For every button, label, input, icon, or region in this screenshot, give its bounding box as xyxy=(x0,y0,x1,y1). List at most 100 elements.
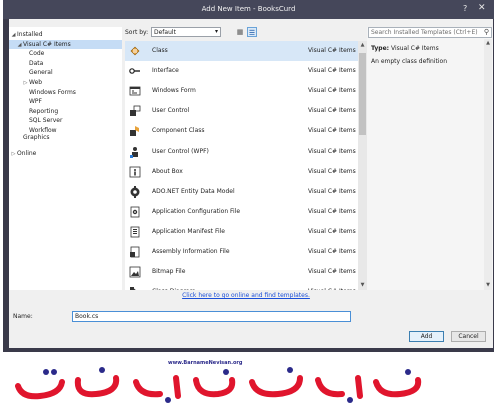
manifest-file-icon xyxy=(129,226,141,238)
tree-item[interactable]: Code xyxy=(9,49,122,58)
template-item-type: Visual C# Items xyxy=(308,268,356,276)
template-item-name: Application Configuration File xyxy=(152,207,241,215)
tree-item-label: Code xyxy=(29,50,45,58)
template-item-type: Visual C# Items xyxy=(308,207,356,215)
tree-item[interactable]: ▷ Web xyxy=(9,78,122,87)
help-icon[interactable]: ? xyxy=(463,4,467,13)
details-scrollbar[interactable]: ▲ ▼ xyxy=(484,39,492,290)
template-item-type: Visual C# Items xyxy=(308,167,356,175)
template-item[interactable]: About Box Visual C# Items xyxy=(125,162,358,182)
tree-item-label: Visual C# Items xyxy=(23,40,71,48)
chevron-down-icon: ▾ xyxy=(214,28,218,35)
sort-by-value: Default xyxy=(154,29,176,36)
grid-view-icon[interactable]: ▦ xyxy=(235,27,245,37)
scroll-down-icon[interactable]: ▼ xyxy=(358,281,367,290)
template-item[interactable]: Windows Form Visual C# Items xyxy=(125,81,358,101)
tree-item-label: Graphics xyxy=(23,133,50,141)
watermark-url: www.BarnameNevisan.org xyxy=(168,360,243,366)
sort-by-dropdown[interactable]: Default ▾ xyxy=(151,27,221,37)
tree-item[interactable]: ◢ Visual C# Items xyxy=(9,39,122,49)
wpf-user-control-icon xyxy=(129,146,141,158)
template-item-type: Visual C# Items xyxy=(308,87,356,95)
template-item[interactable]: Assembly Information File Visual C# Items xyxy=(125,242,358,262)
name-label: Name: xyxy=(13,313,33,320)
template-item-name: Bitmap File xyxy=(152,268,186,276)
class-icon xyxy=(129,45,141,57)
watermark-banner: www.BarnameNevisan.org xyxy=(0,352,500,406)
name-row: Name: xyxy=(9,309,493,325)
template-item[interactable]: Application Manifest File Visual C# Items xyxy=(125,222,358,242)
find-templates-online-link[interactable]: Click here to go online and find templat… xyxy=(125,290,367,302)
template-item[interactable]: Class DiagramVisual C# Items xyxy=(125,282,358,290)
template-item[interactable]: Bitmap File Visual C# Items xyxy=(125,262,358,282)
template-item-type: Visual C# Items xyxy=(308,227,356,235)
template-item-name: Application Manifest File xyxy=(152,227,225,235)
name-input[interactable] xyxy=(72,311,351,322)
tree-item[interactable]: ◢ Installed xyxy=(9,30,122,39)
user-control-icon xyxy=(129,105,141,117)
template-list-scrollbar[interactable]: ▲ ▼ xyxy=(358,41,367,290)
barnamenevisan-logo xyxy=(15,367,422,403)
entity-data-model-icon xyxy=(129,185,141,198)
template-item-type: Visual C# Items xyxy=(308,248,356,255)
template-list: Class Visual C# Items Interface Visual C# I… xyxy=(125,41,367,290)
tree-item[interactable]: WPF xyxy=(9,97,122,106)
about-box-icon xyxy=(129,166,141,178)
tree-item-label: Windows Forms xyxy=(29,88,76,96)
template-item-type: Visual C# Items xyxy=(308,67,356,75)
template-item[interactable]: Application Configuration File Visual C# … xyxy=(125,202,358,222)
template-item[interactable]: User Control (WPF) Visual C# Items xyxy=(125,142,358,162)
add-new-item-dialog: Add New Item - BooksCurd ? ✕ ◢ Installed ◢… xyxy=(3,0,494,352)
scrollbar-thumb[interactable] xyxy=(359,53,366,135)
tree-item-label: SQL Server xyxy=(29,117,63,125)
tree-item-label: Data xyxy=(29,59,44,67)
details-scroll-down-icon[interactable]: ▼ xyxy=(484,281,492,290)
title-bar: Add New Item - BooksCurd ? ✕ xyxy=(3,0,494,19)
tree-item[interactable]: Reporting xyxy=(9,107,122,116)
tree-item[interactable]: Data xyxy=(9,59,122,68)
tree-item[interactable]: Graphics xyxy=(9,133,122,142)
bitmap-file-icon xyxy=(129,266,141,278)
template-item[interactable]: Interface Visual C# Items xyxy=(125,61,358,81)
search-templates-input[interactable]: Search Installed Templates (Ctrl+E) ⚲ xyxy=(368,27,492,38)
template-item-name: User Control (WPF) xyxy=(152,147,209,155)
tree-item[interactable]: General xyxy=(9,68,122,77)
template-item-name: User Control xyxy=(152,107,190,115)
search-placeholder: Search Installed Templates (Ctrl+E) xyxy=(371,29,478,36)
template-item-type: Visual C# Items xyxy=(308,127,356,135)
template-item-name: ADO.NET Entity Data Model xyxy=(152,187,235,195)
template-description: An empty class definition xyxy=(371,58,448,65)
component-class-icon xyxy=(129,125,141,137)
interface-icon xyxy=(129,65,141,77)
cancel-button[interactable]: Cancel xyxy=(451,331,486,342)
template-type: Type: Visual C# Items xyxy=(371,45,439,52)
template-details-panel: Search Installed Templates (Ctrl+E) ⚲ Ty… xyxy=(367,27,493,290)
add-button[interactable]: Add xyxy=(409,331,444,342)
template-item-type: Visual C# Items xyxy=(308,107,356,115)
tree-item[interactable]: ▷ Online xyxy=(9,149,122,158)
template-item[interactable]: Component Class Visual C# Items xyxy=(125,121,358,141)
scroll-up-icon[interactable]: ▲ xyxy=(358,41,367,50)
tree-item-label: Installed xyxy=(17,31,43,38)
list-view-icon[interactable]: ☰ xyxy=(247,27,257,37)
dialog-client-area: ◢ Installed ◢ Visual C# Items Code Data Genera… xyxy=(9,19,493,348)
template-item-type: Visual C# Items xyxy=(308,147,356,155)
template-item-name: About Box xyxy=(152,167,183,175)
tree-item[interactable]: SQL Server xyxy=(9,116,122,125)
template-item-name: Interface xyxy=(152,67,179,75)
details-scroll-up-icon[interactable]: ▲ xyxy=(484,39,492,48)
tree-item[interactable]: Windows Forms xyxy=(9,88,122,97)
windows-form-icon xyxy=(129,85,141,97)
tree-item-label: WPF xyxy=(29,98,43,106)
template-item[interactable]: ADO.NET Entity Data Model Visual C# Items xyxy=(125,182,358,202)
template-item[interactable]: Class Visual C# Items xyxy=(125,41,358,61)
template-item-type: Visual C# Items xyxy=(308,47,356,54)
expand-arrow-icon[interactable]: ▷ xyxy=(10,150,17,159)
assembly-info-icon xyxy=(129,246,141,258)
template-item[interactable]: User Control Visual C# Items xyxy=(125,101,358,121)
sort-by-label: Sort by: xyxy=(125,29,149,36)
template-category-tree: ◢ Installed ◢ Visual C# Items Code Data Genera… xyxy=(9,27,122,290)
close-icon[interactable]: ✕ xyxy=(478,3,486,13)
search-icon[interactable]: ⚲ xyxy=(484,28,489,36)
type-label: Type: xyxy=(371,45,390,52)
